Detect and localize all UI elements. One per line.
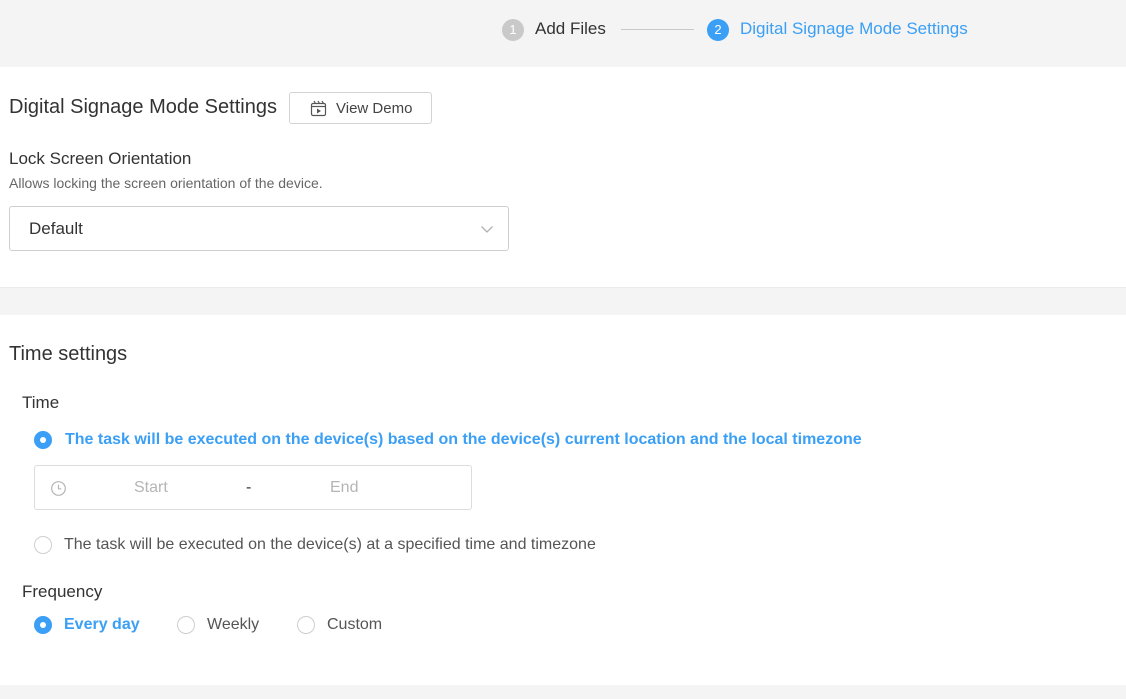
step-label-digital-signage: Digital Signage Mode Settings bbox=[740, 19, 968, 38]
step-number-1: 1 bbox=[502, 19, 524, 41]
time-label: Time bbox=[22, 393, 60, 412]
time-option-local-radio[interactable] bbox=[34, 431, 52, 449]
step-number-2: 2 bbox=[707, 19, 729, 41]
frequency-every-day-label[interactable]: Every day bbox=[64, 616, 140, 634]
orientation-select[interactable]: Default bbox=[9, 206, 509, 251]
frequency-weekly-label[interactable]: Weekly bbox=[207, 616, 259, 634]
time-end-input[interactable]: End bbox=[330, 479, 358, 497]
orientation-description: Allows locking the screen orientation of… bbox=[9, 175, 323, 191]
frequency-label: Frequency bbox=[22, 582, 103, 601]
time-start-input[interactable]: Start bbox=[134, 479, 168, 497]
video-icon bbox=[310, 100, 327, 117]
time-option-specified-label[interactable]: The task will be executed on the device(… bbox=[64, 536, 596, 554]
frequency-custom-radio[interactable] bbox=[297, 616, 315, 634]
orientation-select-value: Default bbox=[29, 219, 83, 238]
chevron-down-icon bbox=[481, 226, 493, 233]
view-demo-button[interactable]: View Demo bbox=[289, 92, 432, 124]
time-settings-panel: Time settings Time The task will be exec… bbox=[0, 315, 1126, 685]
clock-icon bbox=[51, 481, 66, 496]
time-range-separator: - bbox=[246, 479, 252, 496]
orientation-label: Lock Screen Orientation bbox=[9, 149, 192, 168]
time-settings-title: Time settings bbox=[9, 343, 128, 365]
view-demo-label: View Demo bbox=[336, 100, 413, 117]
step-progress: 1 Add Files 2 Digital Signage Mode Setti… bbox=[0, 0, 1126, 67]
frequency-every-day-radio[interactable] bbox=[34, 616, 52, 634]
time-option-local-label[interactable]: The task will be executed on the device(… bbox=[65, 431, 862, 449]
frequency-custom-label[interactable]: Custom bbox=[327, 616, 382, 634]
signage-section-title: Digital Signage Mode Settings bbox=[9, 96, 277, 118]
frequency-weekly-radio[interactable] bbox=[177, 616, 195, 634]
time-range-picker[interactable]: Start - End bbox=[34, 465, 472, 510]
signage-settings-panel: Digital Signage Mode Settings View Demo … bbox=[0, 67, 1126, 288]
step-label-add-files[interactable]: Add Files bbox=[535, 18, 606, 40]
time-option-specified-radio[interactable] bbox=[34, 536, 52, 554]
step-connector bbox=[621, 29, 694, 30]
